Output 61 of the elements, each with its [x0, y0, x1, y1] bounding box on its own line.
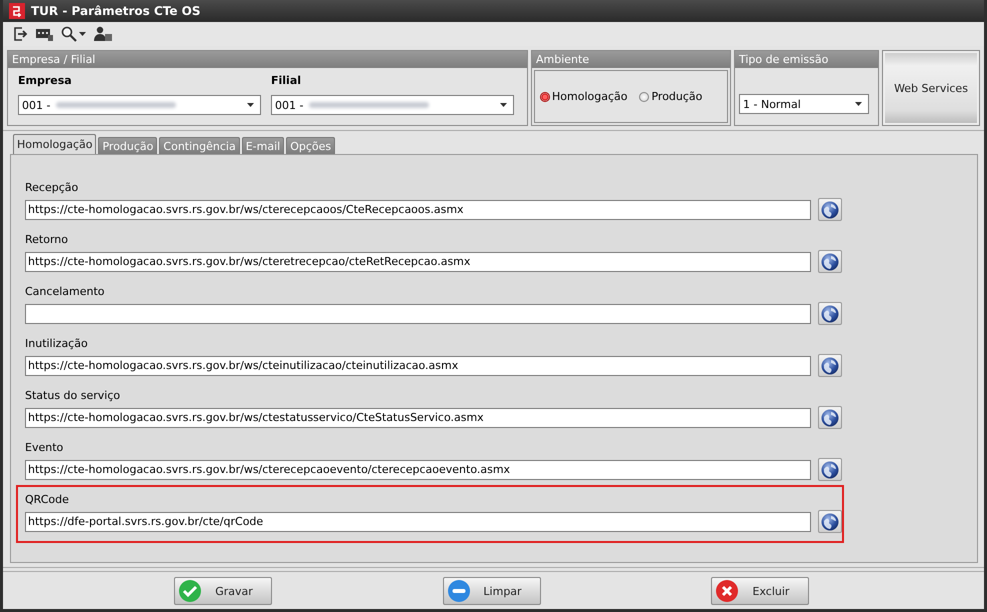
search-icon[interactable] — [61, 26, 77, 42]
dropdown-caret-icon — [79, 32, 86, 36]
url-field[interactable] — [25, 304, 812, 324]
combo-value: 1 - Normal — [743, 98, 801, 110]
radio-option[interactable]: Homologação — [540, 90, 628, 103]
url-field[interactable]: https://cte-homologacao.svrs.rs.gov.br/ws/cterecepcaoevento/cterecepcaoevento.asmx — [25, 460, 812, 480]
globe-icon — [821, 304, 840, 322]
url-field[interactable]: https://dfe-portal.svrs.rs.gov.br/cte/qrCode — [25, 512, 812, 532]
url-field[interactable]: https://cte-homologacao.svrs.rs.gov.br/ws/cteinutilizacao/cteinutilizacao.asmx — [25, 356, 812, 376]
field-label: Status do serviço — [25, 389, 122, 402]
field-label: QRCode — [25, 493, 70, 506]
globe-icon — [821, 460, 840, 478]
field-label: Retorno — [25, 233, 69, 246]
globe-icon — [821, 200, 840, 218]
field-label: Filial — [271, 74, 302, 87]
globe-button[interactable] — [818, 198, 842, 221]
globe-icon — [821, 252, 840, 270]
url-field[interactable]: https://cte-homologacao.svrs.rs.gov.br/ws/ctestatusservico/CteStatusServico.asmx — [25, 408, 812, 428]
close-icon — [716, 580, 738, 602]
radio-button[interactable] — [639, 92, 650, 102]
empresa-dropdown[interactable]: 001 - — [18, 95, 261, 115]
globe-icon — [821, 408, 840, 426]
combo-value: 001 - — [275, 98, 304, 112]
clear-button[interactable]: Limpar — [442, 577, 540, 605]
emission-type-dropdown[interactable]: 1 - Normal — [739, 94, 869, 114]
window-title: TUR - Parâmetros CTe OS — [31, 4, 201, 18]
exit-icon[interactable] — [13, 26, 28, 42]
globe-button[interactable] — [818, 302, 842, 325]
field-label: Cancelamento — [25, 285, 106, 298]
filial-dropdown[interactable]: 001 - — [271, 95, 514, 115]
app-logo-icon — [9, 3, 25, 19]
dropdown-caret-icon — [855, 102, 862, 106]
combo-value: 001 - — [22, 98, 50, 112]
field-label: Inutilização — [25, 337, 89, 350]
url-field[interactable]: https://cte-homologacao.svrs.rs.gov.br/ws/cteretrecepcao/cteRetRecepcao.asmx — [25, 252, 812, 272]
globe-button[interactable] — [818, 510, 842, 533]
checkmark-icon — [179, 580, 201, 602]
globe-button[interactable] — [818, 406, 842, 429]
field-label: Recepção — [25, 181, 80, 194]
dropdown-caret-icon — [500, 103, 507, 107]
field-label: Evento — [25, 441, 64, 454]
globe-button[interactable] — [818, 250, 842, 273]
tab[interactable]: Homologação — [13, 134, 96, 154]
save-button[interactable]: Gravar — [174, 577, 272, 605]
group-title: Tipo de emissão — [739, 53, 828, 66]
group-title: Empresa / Filial — [12, 53, 96, 66]
field-label: Empresa — [18, 74, 73, 87]
url-field[interactable]: https://cte-homologacao.svrs.rs.gov.br/ws/cterecepcaoos/CteRecepcaoos.asmx — [25, 200, 812, 220]
radio-option[interactable]: Produção — [639, 90, 702, 103]
globe-icon — [821, 356, 840, 374]
delete-button[interactable]: Excluir — [711, 577, 809, 605]
user-icon[interactable] — [94, 26, 112, 42]
dropdown-caret-icon — [247, 103, 254, 107]
keyboard-icon[interactable] — [36, 27, 53, 41]
globe-icon — [821, 512, 840, 530]
globe-button[interactable] — [818, 354, 842, 377]
web-services-button[interactable]: Web Services — [882, 50, 980, 126]
group-title: Ambiente — [536, 53, 590, 66]
minus-icon — [448, 580, 470, 602]
radio-button[interactable] — [540, 92, 550, 102]
globe-button[interactable] — [818, 458, 842, 481]
